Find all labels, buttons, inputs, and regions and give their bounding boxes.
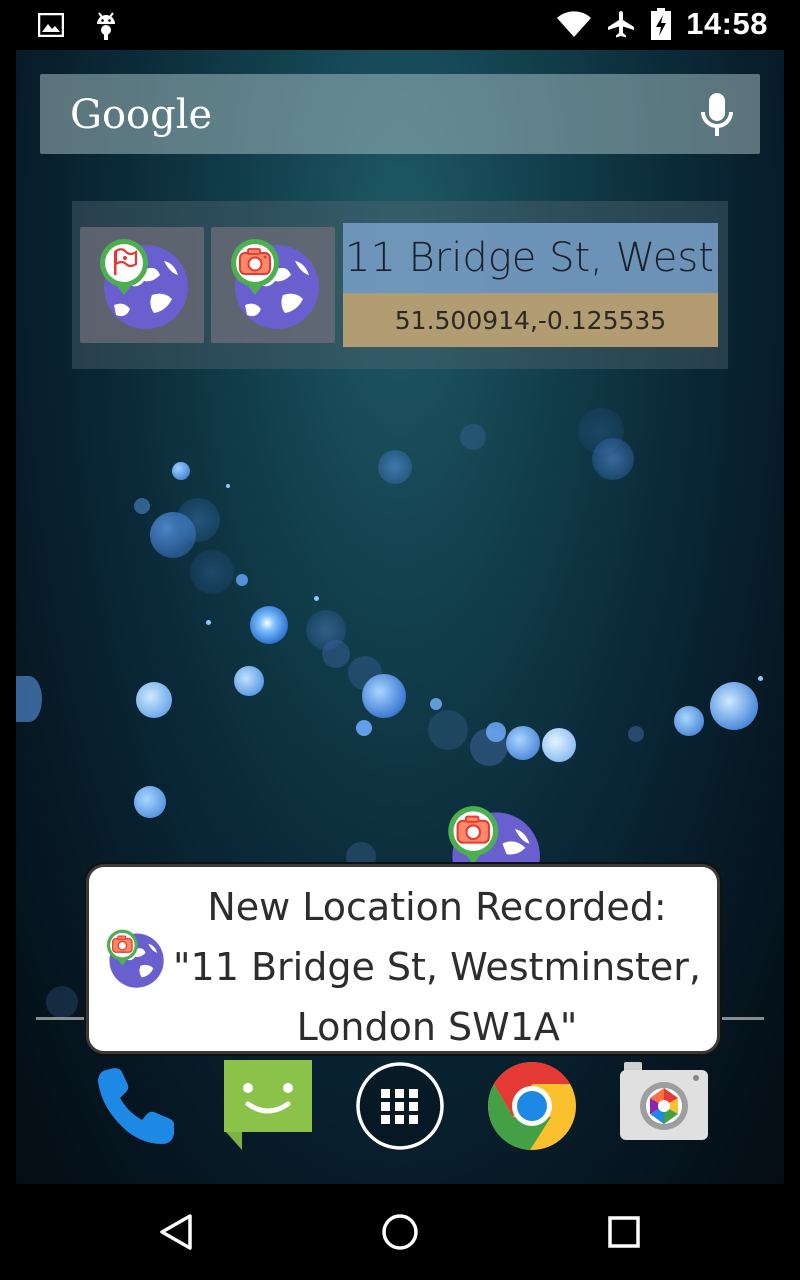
app-drawer-icon[interactable]: [354, 1060, 446, 1152]
back-icon[interactable]: [156, 1212, 196, 1252]
camera-icon[interactable]: [618, 1062, 710, 1152]
toast-message: New Location Recorded: "11 Bridge St, We…: [167, 877, 707, 1057]
google-search-bar[interactable]: Google: [40, 74, 760, 154]
location-widget: 11 Bridge St, Westminster, London SW1A 5…: [72, 201, 728, 369]
status-bar: 14:58: [0, 0, 800, 50]
chrome-icon[interactable]: [486, 1060, 578, 1152]
address-label: 11 Bridge St, Westminster, London SW1A: [345, 235, 718, 281]
globe-camera-toast-icon: [106, 929, 164, 988]
photo-location-button[interactable]: [211, 227, 335, 343]
address-text[interactable]: 11 Bridge St, Westminster, London SW1A: [343, 223, 718, 293]
google-logo[interactable]: Google: [70, 92, 212, 138]
coordinates-text[interactable]: 51.500914,-0.125535: [343, 293, 718, 347]
home-icon[interactable]: [380, 1212, 420, 1252]
wifi-icon: [557, 11, 592, 37]
dock: [16, 1060, 784, 1170]
dock-divider-right: [720, 1017, 764, 1020]
battery-charging-icon: [651, 8, 672, 40]
globe-flag-icon: [100, 239, 188, 329]
recents-icon[interactable]: [606, 1212, 642, 1252]
globe-camera-icon: [231, 239, 319, 329]
status-left-icons: [38, 10, 118, 40]
toast-line-2: "11 Bridge St, Westminster,: [173, 945, 701, 989]
navigation-bar: [0, 1184, 800, 1280]
status-right-icons: 14:58: [556, 6, 768, 42]
image-icon: [38, 13, 64, 37]
clock: 14:58: [686, 6, 768, 41]
phone-icon[interactable]: [92, 1064, 178, 1150]
toast-line-1: New Location Recorded:: [207, 885, 667, 929]
android-icon: [97, 12, 115, 40]
record-location-button[interactable]: [80, 227, 204, 343]
location-recorded-toast: New Location Recorded: "11 Bridge St, We…: [86, 864, 720, 1054]
coordinates-label: 51.500914,-0.125535: [394, 306, 667, 335]
airplane-icon: [608, 11, 635, 38]
toast-line-3: London SW1A": [296, 1005, 578, 1049]
mic-icon[interactable]: [700, 92, 734, 138]
messaging-icon[interactable]: [222, 1058, 314, 1154]
